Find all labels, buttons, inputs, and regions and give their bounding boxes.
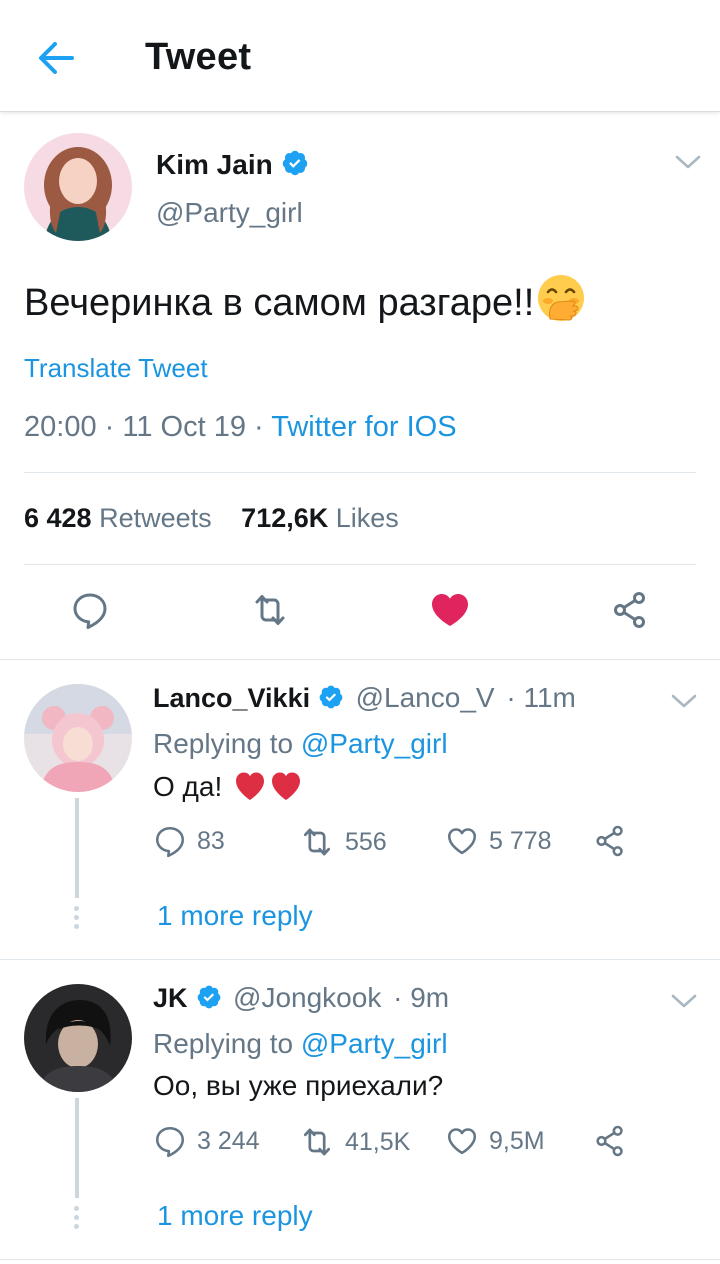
meta-separator: · [104,411,123,443]
retweets-label: Retweets [99,503,212,533]
reply-share-button[interactable] [593,1124,627,1164]
tweet-date: 11 Oct 19 [122,411,246,443]
reply-time: 9m [410,982,450,1013]
translate-tweet-link[interactable]: Translate Tweet [24,353,208,384]
tweet-stats: 6 428 Retweets 712,6K Likes [24,503,421,534]
avatar[interactable] [24,133,132,241]
retweet-icon [299,1124,335,1160]
likes-count: 712,6K [241,503,329,533]
hand-over-mouth-emoji-icon [538,275,585,321]
comment-icon[interactable] [70,590,110,630]
reply-author-handle[interactable]: @Jongkook [233,982,381,1013]
reply-author-name[interactable]: Lanco_Vikki [153,683,310,713]
tweet-text-body: Вечеринка в самом разгаре!! [24,282,535,324]
author-name-text[interactable]: Kim Jain [156,149,273,180]
reply-comment-button[interactable]: 3 244 [153,1124,260,1164]
author-name[interactable]: Kim Jain [156,149,309,181]
retweet-count: 41,5K [345,1127,411,1156]
reply-tweet[interactable]: JK @Jongkook · 9m Replying to @Party_gir… [0,960,720,1260]
tweet-text: Вечеринка в самом разгаре!! [24,273,586,325]
comment-icon [153,824,187,858]
retweet-icon[interactable] [250,590,290,630]
reply-like-button[interactable]: 5 778 [445,824,552,864]
tweet-source-link[interactable]: Twitter for IOS [271,411,456,443]
thread-line [75,798,79,898]
chevron-down-icon[interactable] [670,692,698,710]
red-heart-emoji-icon [236,772,301,800]
heart-icon [445,824,479,858]
reply-like-button[interactable]: 9,5M [445,1124,545,1164]
replying-to-label: Replying to [153,1028,294,1059]
thread-dots [74,906,79,933]
page-title: Tweet [145,36,252,78]
reply-header: Lanco_Vikki @Lanco_V · 11m [153,682,576,714]
replying-to-handle[interactable]: @Party_girl [301,1028,448,1059]
author-handle[interactable]: @Party_girl [156,197,303,229]
reply-tweet[interactable]: Lanco_Vikki @Lanco_V · 11m Replying to @… [0,660,720,960]
more-replies-link[interactable]: 1 more reply [157,900,313,932]
replying-to-handle[interactable]: @Party_girl [301,728,448,759]
verified-badge-icon [318,684,344,710]
reply-text: Оо, вы уже приехали? [153,1070,444,1101]
reply-retweet-button[interactable]: 556 [299,824,387,864]
replying-to-label: Replying to [153,728,294,759]
tweet-time: 20:00 [24,411,97,443]
verified-badge-icon [281,149,309,177]
reply-author-name[interactable]: JK [153,983,188,1013]
heart-icon [445,1124,479,1158]
share-icon [593,824,627,858]
thread-line [75,1098,79,1198]
top-bar: Tweet [0,0,720,112]
tweet-meta: 20:00 · 11 Oct 19 · Twitter for IOS [24,411,457,444]
likes-stat[interactable]: 712,6K Likes [241,503,399,533]
reply-actions: 83 556 5 778 [153,824,653,864]
retweet-icon [299,824,335,860]
retweets-count: 6 428 [24,503,92,533]
reply-author-handle[interactable]: @Lanco_V [356,682,495,713]
main-tweet: Kim Jain @Party_girl Вечеринка в самом р… [0,113,720,660]
likes-label: Likes [335,503,399,533]
chevron-down-icon[interactable] [674,153,702,171]
comment-count: 83 [197,826,225,855]
reply-header: JK @Jongkook · 9m [153,982,449,1014]
like-count: 9,5M [489,1126,545,1155]
comment-icon [153,1124,187,1158]
reply-text-body: О да! [153,771,223,802]
reply-retweet-button[interactable]: 41,5K [299,1124,410,1164]
replying-to: Replying to @Party_girl [153,728,448,760]
like-count: 5 778 [489,826,552,855]
reply-actions: 3 244 41,5K 9,5M [153,1124,653,1164]
replying-to: Replying to @Party_girl [153,1028,448,1060]
share-icon [593,1124,627,1158]
divider [24,472,696,473]
reply-dot: · [385,982,411,1013]
retweet-count: 556 [345,827,387,856]
reply-share-button[interactable] [593,824,627,864]
comment-count: 3 244 [197,1126,260,1155]
arrow-left-icon[interactable] [34,38,78,78]
divider [24,564,696,565]
reply-comment-button[interactable]: 83 [153,824,225,864]
reply-time: 11m [523,682,576,713]
reply-dot: · [498,682,524,713]
avatar[interactable] [24,684,132,792]
reply-text: О да! [153,770,302,803]
retweets-stat[interactable]: 6 428 Retweets [24,503,212,533]
more-replies-link[interactable]: 1 more reply [157,1200,313,1232]
meta-separator: · [254,411,272,443]
thread-dots [74,1206,79,1233]
chevron-down-icon[interactable] [670,992,698,1010]
heart-filled-icon[interactable] [430,590,470,630]
verified-badge-icon [196,984,222,1010]
share-icon[interactable] [610,590,650,630]
avatar[interactable] [24,984,132,1092]
